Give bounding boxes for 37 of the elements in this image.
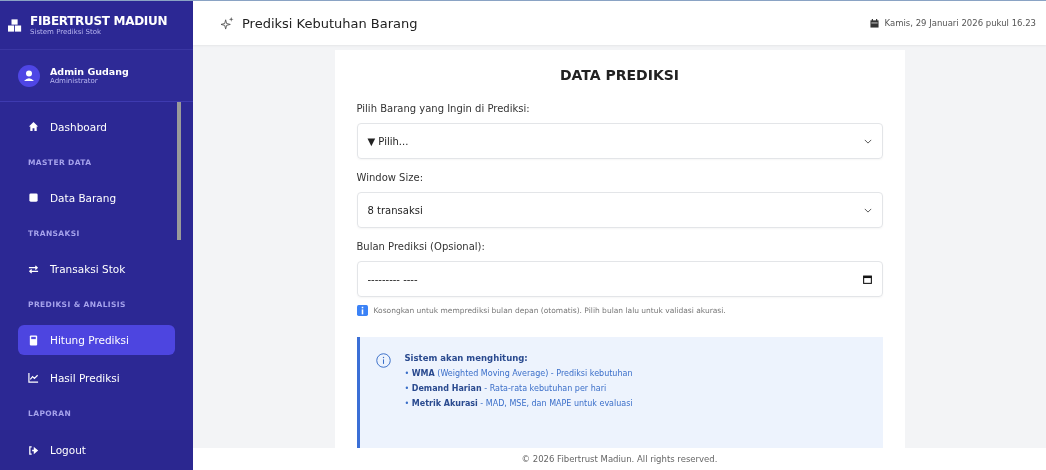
info-line: • WMA (Weighted Moving Average) - Prediksi kebutuhan (404, 369, 633, 378)
info-icon (356, 305, 368, 316)
nav-item[interactable]: Dashboard (18, 112, 175, 142)
footer-text: © 2026 Fibertrust Madiun. All rights reserved. (521, 454, 718, 464)
info-title: Sistem akan menghitung: (404, 353, 529, 363)
chart-icon (28, 372, 39, 384)
info-line: • Demand Harian - Rata-rata kebutuhan per hari (404, 384, 608, 393)
info-line: • Metrik Akurasi - MAD, MSE, dan MAPE untuk evaluasi (404, 399, 633, 408)
select-field[interactable]: ▼ Pilih... (356, 123, 883, 159)
calendar-icon (862, 274, 872, 284)
chevron-down-icon (863, 138, 872, 144)
page-title: Prediksi Kebutuhan Barang (242, 15, 418, 31)
brand-title: FIBERTRUST MADIUN (30, 14, 168, 28)
sparkles-icon (221, 16, 234, 30)
nav-item[interactable]: Hasil Prediksi (18, 362, 175, 393)
current-date: Kamis, 29 Januari 2026 pukul 16.23 (884, 18, 1036, 28)
field-label: Pilih Barang yang Ingin di Prediksi: (356, 103, 531, 114)
nav-item[interactable]: Hitung Prediksi (18, 325, 175, 355)
user-name: Admin Gudang (50, 66, 129, 77)
nav-item[interactable]: Transaksi Stok (18, 254, 175, 284)
nav-item[interactable]: Data Barang (18, 183, 175, 213)
calculator-icon (28, 334, 39, 346)
logout-icon (28, 444, 39, 456)
field-label: Bulan Prediksi (Opsional): (356, 241, 486, 252)
home-icon (28, 121, 39, 133)
avatar-icon (18, 64, 40, 87)
swap-icon (28, 263, 39, 275)
month-input-field[interactable]: --------- ---- (356, 261, 883, 297)
select-field[interactable]: 8 transaksi (356, 192, 883, 228)
chevron-down-icon (863, 207, 872, 213)
field-label: Window Size: (356, 172, 424, 183)
calendar-icon (869, 18, 879, 28)
box-icon (28, 192, 39, 204)
boxes-icon (8, 18, 22, 32)
card-title: DATA PREDIKSI (558, 67, 681, 83)
info-icon (375, 353, 391, 368)
logout-link[interactable]: Logout (0, 430, 193, 470)
